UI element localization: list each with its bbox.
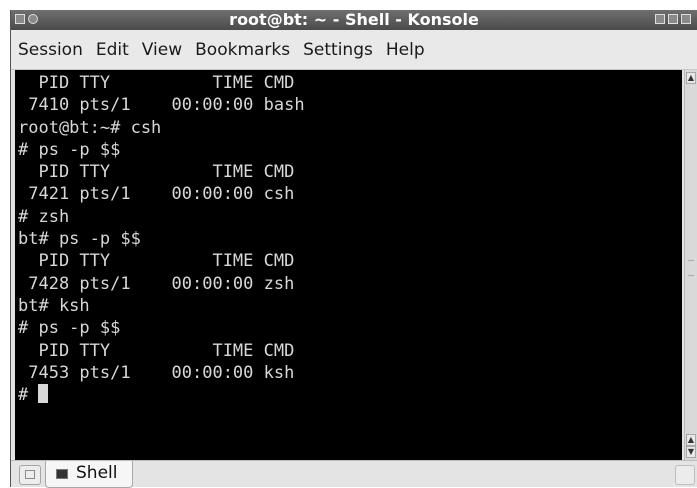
title-bar[interactable]: root@bt: ~ - Shell - Konsole	[11, 10, 697, 30]
prompt-text: #	[18, 385, 39, 406]
tab-label: Shell	[76, 463, 118, 483]
terminal-line: root@bt:~# csh	[18, 117, 162, 138]
close-tab-button[interactable]	[675, 465, 695, 485]
tab-bar: Shell	[11, 460, 697, 488]
menu-help[interactable]: Help	[386, 40, 425, 60]
terminal-output[interactable]: PID TTY TIME CMD 7410 pts/1 00:00:00 bas…	[15, 70, 682, 460]
scroll-down-icon[interactable]: ▼	[686, 446, 696, 458]
new-tab-button[interactable]	[19, 465, 41, 485]
terminal-line: PID TTY TIME CMD	[18, 340, 295, 361]
terminal-line: bt# ksh	[18, 295, 90, 316]
scrollbar-grip[interactable]	[688, 260, 694, 276]
text-cursor	[38, 384, 49, 404]
terminal-line: bt# ps -p $$	[18, 229, 141, 250]
vertical-scrollbar[interactable]: ▲ ▲ ▼	[684, 70, 697, 460]
menu-bookmarks[interactable]: Bookmarks	[195, 40, 290, 60]
terminal-line: PID TTY TIME CMD	[18, 162, 295, 183]
menu-edit[interactable]: Edit	[96, 40, 129, 60]
terminal-line: 7421 pts/1 00:00:00 csh	[18, 184, 295, 205]
menu-session[interactable]: Session	[18, 40, 83, 60]
terminal-icon	[56, 469, 68, 479]
terminal-line: 7410 pts/1 00:00:00 bash	[18, 95, 305, 116]
konsole-window: root@bt: ~ - Shell - Konsole Session Edi…	[10, 10, 697, 488]
scroll-up-icon[interactable]: ▲	[686, 434, 696, 446]
terminal-line: 7453 pts/1 00:00:00 ksh	[18, 362, 295, 383]
window-title: root@bt: ~ - Shell - Konsole	[229, 10, 479, 29]
menu-settings[interactable]: Settings	[303, 40, 373, 60]
scroll-up-icon[interactable]: ▲	[686, 72, 696, 84]
terminal-line: # ps -p $$	[18, 139, 121, 160]
terminal-line: PID TTY TIME CMD	[18, 73, 295, 93]
tab-shell[interactable]: Shell	[45, 461, 133, 488]
prompt-line[interactable]: #	[18, 384, 682, 406]
maximize-icon[interactable]	[668, 14, 678, 24]
menu-bar: Session Edit View Bookmarks Settings Hel…	[11, 30, 697, 70]
terminal-line: 7428 pts/1 00:00:00 zsh	[18, 273, 295, 294]
terminal-line: # zsh	[18, 206, 70, 227]
terminal-line: # ps -p $$	[18, 318, 121, 339]
terminal-line: PID TTY TIME CMD	[18, 251, 295, 272]
menu-view[interactable]: View	[142, 40, 182, 60]
minimize-icon[interactable]	[655, 14, 665, 24]
new-tab-icon	[25, 470, 35, 479]
close-icon[interactable]	[681, 14, 691, 24]
